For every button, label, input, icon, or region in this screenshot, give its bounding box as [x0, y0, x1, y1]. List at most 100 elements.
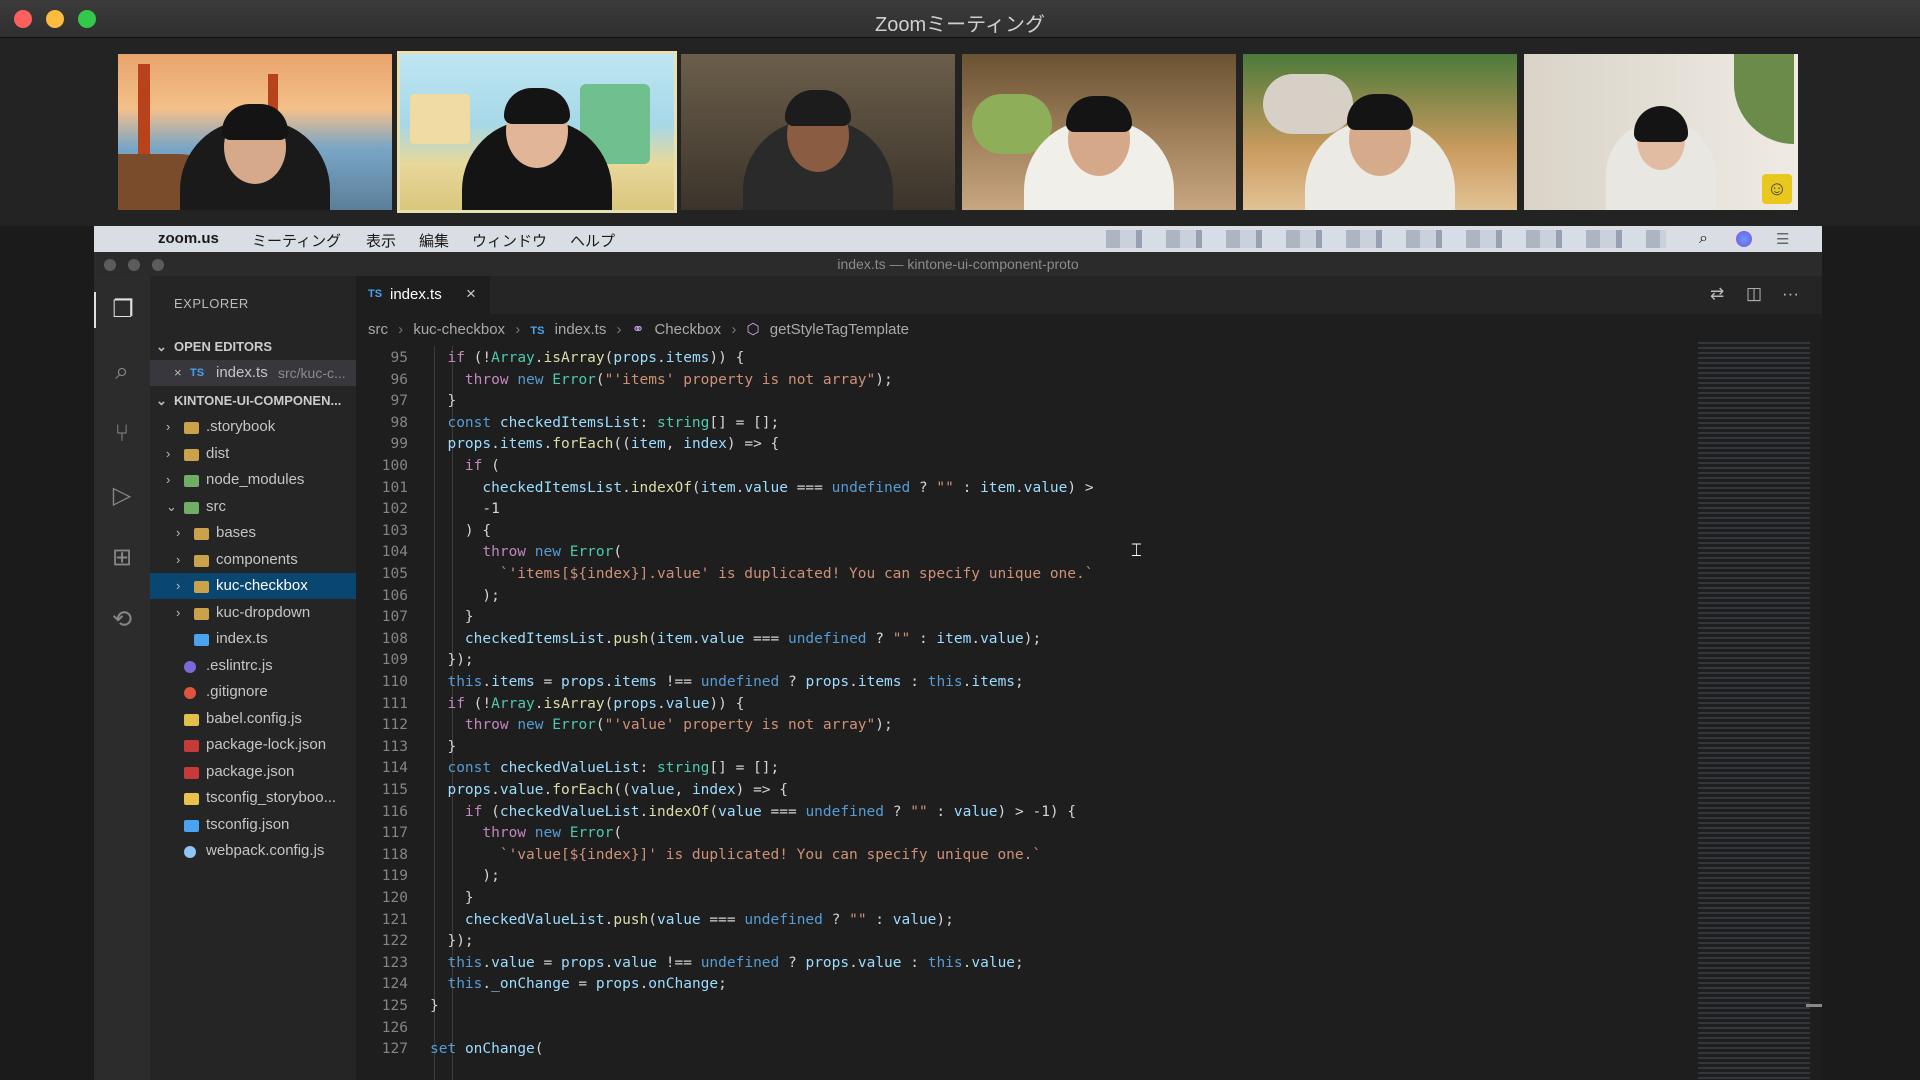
menu-view[interactable]: 表示 — [366, 230, 396, 251]
code-text: if (!Array.isArray(props.value)) { — [447, 695, 745, 712]
explorer-icon[interactable]: ❐ — [94, 292, 150, 328]
tree-item-package-json[interactable]: package.json — [150, 759, 356, 785]
code-text: this.items = props.items !== undefined ?… — [447, 674, 1024, 690]
tree-item-babel-config-js[interactable]: babel.config.js — [150, 706, 356, 732]
line-number: 110 — [381, 674, 408, 690]
run-debug-icon[interactable]: ▷ — [104, 478, 140, 514]
code-text: throw new Error( — [482, 544, 623, 561]
code-text: this._onChange = props.onChange; — [447, 976, 727, 993]
tree-item-eslintrc-js[interactable]: .eslintrc.js — [150, 653, 356, 679]
line-number: 116 — [381, 803, 408, 820]
code-text: } — [430, 890, 474, 906]
tree-item-gitignore[interactable]: .gitignore — [150, 679, 356, 705]
code-text: props.items.forEach((item, index) => { — [447, 436, 780, 453]
code-text: checkedItemsList.push(item.value === und… — [464, 630, 1042, 647]
code-text: if (!Array.isArray(props.items)) { — [447, 350, 745, 366]
activity-bar: ❐ ⌕ ⑂ ▷ ⊞ ⟲ — [94, 276, 150, 1080]
code-text: } — [430, 609, 474, 626]
breadcrumb-class[interactable]: Checkbox — [654, 321, 721, 338]
breadcrumb-src[interactable]: src — [368, 321, 388, 338]
ts-file-icon: TS — [190, 367, 205, 379]
zoom-titlebar: Zoomミーティング — [0, 0, 1920, 38]
tree-item-tsconfig-json[interactable]: tsconfig.json — [150, 812, 356, 838]
more-actions-icon[interactable]: ··· — [1782, 284, 1799, 304]
line-number: 121 — [381, 911, 408, 928]
close-icon[interactable]: × — [466, 284, 476, 304]
code-text: `'items[${index}].value' is duplicated! … — [499, 566, 1094, 582]
tree-item-storybook[interactable]: › .storybook — [150, 414, 356, 440]
code-text: ) { — [430, 522, 492, 539]
tree-item-node-modules[interactable]: › node_modules — [150, 467, 356, 493]
vscode-window-title: index.ts — kintone-ui-component-proto — [837, 256, 1079, 272]
extensions-icon[interactable]: ⊞ — [104, 540, 140, 576]
line-number: 127 — [381, 1041, 408, 1058]
participant-tile-6[interactable]: ☺ — [1524, 54, 1798, 210]
code-text: throw new Error( — [482, 825, 623, 842]
explorer-title: EXPLORER — [174, 296, 249, 311]
mac-menubar: zoom.us ミーティング 表示 編集 ウィンドウ ヘルプ ⌕ ☰ — [94, 226, 1822, 252]
open-editor-item[interactable]: × TS index.ts src/kuc-c... — [150, 360, 356, 386]
code-text: checkedValueList.push(value === undefine… — [464, 911, 954, 928]
project-section[interactable]: ⌄ KINTONE-UI-COMPONEN... — [150, 388, 356, 414]
breadcrumb-file[interactable]: index.ts — [555, 321, 607, 338]
open-changes-icon[interactable]: ⇄ — [1710, 284, 1724, 304]
tree-item-components[interactable]: › components — [150, 547, 356, 573]
close-icon[interactable]: × — [174, 360, 182, 386]
code-editor[interactable]: 95 if (!Array.isArray(props.items)) {96 … — [356, 346, 1686, 1080]
menu-window[interactable]: ウィンドウ — [472, 230, 547, 251]
tree-item-label: kuc-checkbox — [216, 577, 308, 594]
menu-meeting[interactable]: ミーティング — [252, 230, 341, 251]
tree-item-label: webpack.config.js — [206, 842, 325, 859]
live-share-icon[interactable]: ⟲ — [104, 602, 140, 638]
breadcrumb-method[interactable]: getStyleTagTemplate — [770, 321, 909, 338]
tree-item-label: tsconfig.json — [206, 815, 290, 833]
tree-item-webpack-config-js[interactable]: webpack.config.js — [150, 838, 356, 864]
tree-item-src[interactable]: ⌄ src — [150, 494, 356, 520]
chevron-right-icon: › — [398, 321, 404, 338]
participant-tile-1[interactable] — [118, 54, 392, 210]
tree-item-index-ts[interactable]: index.ts — [150, 626, 356, 652]
minimap[interactable] — [1698, 342, 1810, 1080]
code-text: this.value = props.value !== undefined ?… — [447, 954, 1024, 971]
chevron-right-icon: › — [515, 321, 521, 338]
line-number: 120 — [381, 890, 408, 906]
chevron-right-icon: › — [166, 419, 171, 434]
tree-item-dist[interactable]: › dist — [150, 441, 356, 467]
tree-item-label: bases — [216, 524, 257, 541]
yellow-emoji-icon: ☺ — [1762, 174, 1792, 204]
notification-center-icon[interactable]: ☰ — [1776, 230, 1789, 248]
participant-tile-4[interactable] — [962, 54, 1236, 210]
scrollbar-thumb[interactable] — [1806, 1004, 1822, 1007]
tree-item-label: .gitignore — [206, 683, 268, 700]
chevron-right-icon: › — [731, 321, 737, 338]
menu-help[interactable]: ヘルプ — [570, 230, 615, 251]
menu-app-name[interactable]: zoom.us — [158, 230, 219, 247]
line-number: 97 — [390, 393, 408, 410]
search-icon[interactable]: ⌕ — [104, 354, 140, 390]
siri-icon[interactable] — [1736, 231, 1752, 247]
tree-item-package-lock-json[interactable]: package-lock.json — [150, 732, 356, 758]
tree-item-kuc-dropdown[interactable]: › kuc-dropdown — [150, 600, 356, 626]
line-number: 126 — [381, 1019, 408, 1036]
split-editor-icon[interactable]: ◫ — [1746, 284, 1762, 304]
participant-tile-2[interactable] — [397, 51, 677, 213]
line-number: 95 — [390, 350, 408, 366]
tree-item-bases[interactable]: › bases — [150, 520, 356, 546]
tree-item-label: tsconfig_storyboo... — [206, 789, 337, 806]
shared-screen: zoom.us ミーティング 表示 編集 ウィンドウ ヘルプ ⌕ ☰ index… — [94, 226, 1822, 1080]
tab-index-ts[interactable]: TS index.ts × — [356, 276, 490, 314]
code-text: throw new Error("'value' property is not… — [464, 717, 893, 734]
participant-tile-3[interactable] — [681, 54, 955, 210]
code-text: }); — [430, 652, 474, 669]
tree-item-tsconfig-storyboo[interactable]: tsconfig_storyboo... — [150, 785, 356, 811]
spotlight-search-icon[interactable]: ⌕ — [1699, 230, 1708, 248]
line-number: 101 — [381, 479, 408, 496]
code-text: }); — [430, 933, 474, 950]
participant-tile-5[interactable] — [1243, 54, 1517, 210]
breadcrumb-folder[interactable]: kuc-checkbox — [413, 321, 505, 338]
tree-item-kuc-checkbox[interactable]: › kuc-checkbox — [150, 573, 356, 599]
open-editors-section[interactable]: ⌄ OPEN EDITORS — [150, 334, 356, 360]
menu-edit[interactable]: 編集 — [419, 230, 449, 251]
chevron-right-icon: › — [166, 472, 171, 487]
source-control-icon[interactable]: ⑂ — [104, 416, 140, 452]
